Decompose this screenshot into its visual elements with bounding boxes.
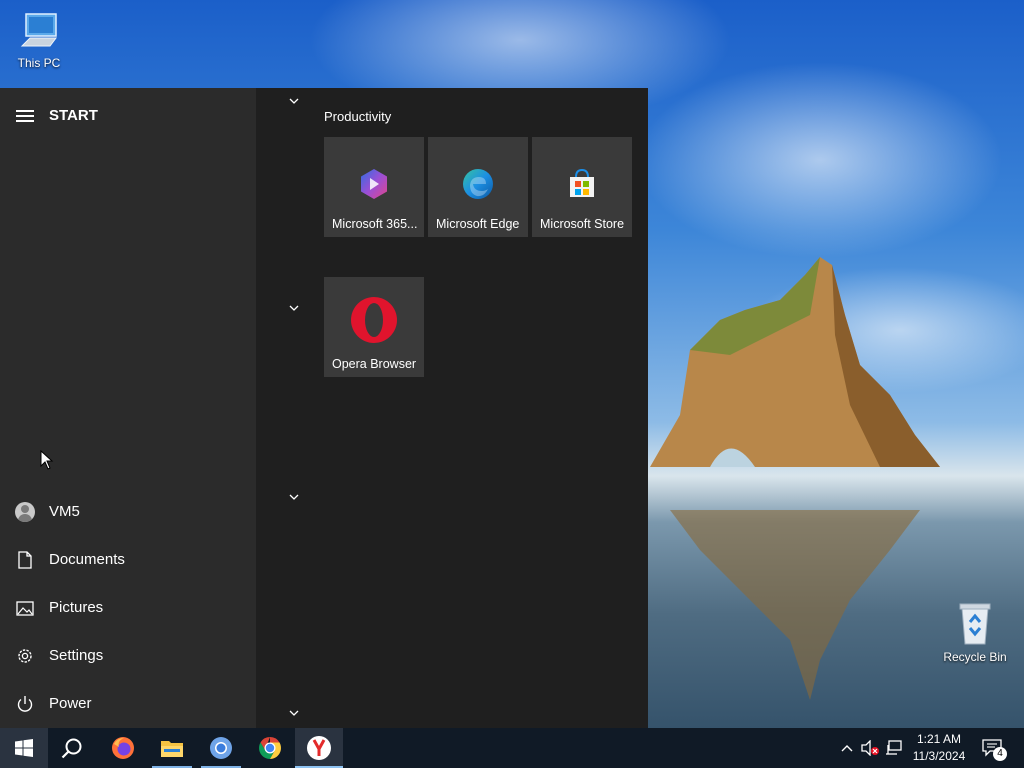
start-nav-settings[interactable]: Settings bbox=[0, 634, 256, 678]
recycle-bin-icon bbox=[959, 603, 991, 645]
start-nav-label: Power bbox=[49, 695, 92, 712]
opera-icon bbox=[351, 297, 397, 343]
edge-icon bbox=[463, 169, 493, 199]
chrome-icon bbox=[259, 737, 281, 759]
clock-time: 1:21 AM bbox=[916, 732, 962, 746]
document-icon bbox=[14, 550, 36, 570]
collapse-group-chevron-icon[interactable] bbox=[286, 707, 302, 719]
taskbar-yandex-browser[interactable] bbox=[295, 728, 343, 768]
start-menu-header: START bbox=[0, 102, 256, 130]
chromium-icon bbox=[210, 737, 232, 759]
desktop-icon-recycle-bin[interactable]: Recycle Bin bbox=[940, 602, 1010, 664]
collapse-group-chevron-icon[interactable] bbox=[286, 302, 302, 314]
start-menu-left-pane: START VM5 Documents Pictures Settings Po… bbox=[0, 88, 256, 728]
pictures-icon bbox=[14, 598, 36, 618]
start-nav-label: Settings bbox=[49, 647, 104, 664]
hamburger-menu-icon[interactable] bbox=[16, 110, 34, 122]
network-icon[interactable] bbox=[884, 738, 904, 758]
notification-count-badge: 4 bbox=[993, 747, 1007, 761]
computer-icon bbox=[20, 13, 57, 47]
taskbar-chrome[interactable] bbox=[246, 728, 294, 768]
firefox-icon bbox=[112, 737, 134, 759]
gear-icon bbox=[14, 646, 36, 666]
volume-muted-icon[interactable] bbox=[860, 738, 880, 758]
clock-date: 11/3/2024 bbox=[912, 749, 966, 763]
start-user-account[interactable]: VM5 bbox=[0, 490, 256, 534]
taskbar-firefox[interactable] bbox=[99, 728, 147, 768]
windows-logo-icon bbox=[15, 739, 33, 757]
search-icon bbox=[61, 738, 82, 759]
power-icon bbox=[14, 694, 36, 714]
tile-microsoft-365[interactable]: Microsoft 365... bbox=[324, 137, 424, 237]
user-avatar-icon bbox=[14, 502, 36, 522]
folder-icon bbox=[161, 741, 183, 757]
taskbar-search-button[interactable] bbox=[48, 728, 96, 768]
taskbar-start-button[interactable] bbox=[0, 728, 48, 768]
start-user-label: VM5 bbox=[49, 503, 80, 520]
tile-label: Microsoft Edge bbox=[436, 217, 520, 231]
taskbar-clock[interactable]: 1:21 AM 11/3/2024 bbox=[906, 731, 972, 765]
collapse-group-chevron-icon[interactable] bbox=[286, 95, 302, 107]
start-nav-pictures[interactable]: Pictures bbox=[0, 586, 256, 630]
taskbar-chromium[interactable] bbox=[197, 728, 245, 768]
mouse-cursor-icon bbox=[40, 450, 54, 470]
taskbar-file-explorer[interactable] bbox=[148, 728, 196, 768]
store-icon bbox=[570, 168, 594, 197]
collapse-group-chevron-icon[interactable] bbox=[286, 491, 302, 503]
microsoft-365-icon bbox=[361, 169, 387, 199]
tile-opera-browser[interactable]: Opera Browser bbox=[324, 277, 424, 377]
desktop-icon-label: Recycle Bin bbox=[943, 650, 1007, 664]
tile-microsoft-store[interactable]: Microsoft Store bbox=[532, 137, 632, 237]
show-hidden-icons-chevron-icon[interactable] bbox=[837, 738, 857, 758]
tile-label: Microsoft Store bbox=[540, 217, 625, 231]
start-menu: START VM5 Documents Pictures Settings Po… bbox=[0, 88, 648, 728]
start-nav-documents[interactable]: Documents bbox=[0, 538, 256, 582]
tile-label: Microsoft 365... bbox=[332, 217, 418, 231]
taskbar: 1:21 AM 11/3/2024 bbox=[0, 728, 1024, 768]
start-menu-middle-pane bbox=[256, 88, 316, 728]
wallpaper-rock bbox=[650, 257, 940, 467]
yandex-icon bbox=[307, 736, 331, 760]
desktop-icon-label: This PC bbox=[17, 56, 61, 70]
tile-group-title: Productivity bbox=[324, 109, 392, 124]
tile-microsoft-edge[interactable]: Microsoft Edge bbox=[428, 137, 528, 237]
start-nav-power[interactable]: Power bbox=[0, 682, 256, 726]
start-menu-title: START bbox=[49, 107, 98, 124]
wallpaper-reflection bbox=[670, 510, 920, 700]
start-nav-label: Documents bbox=[49, 551, 125, 568]
start-nav-label: Pictures bbox=[49, 599, 104, 616]
tile-label: Opera Browser bbox=[332, 357, 417, 371]
desktop-icon-this-pc[interactable]: This PC bbox=[4, 10, 74, 70]
